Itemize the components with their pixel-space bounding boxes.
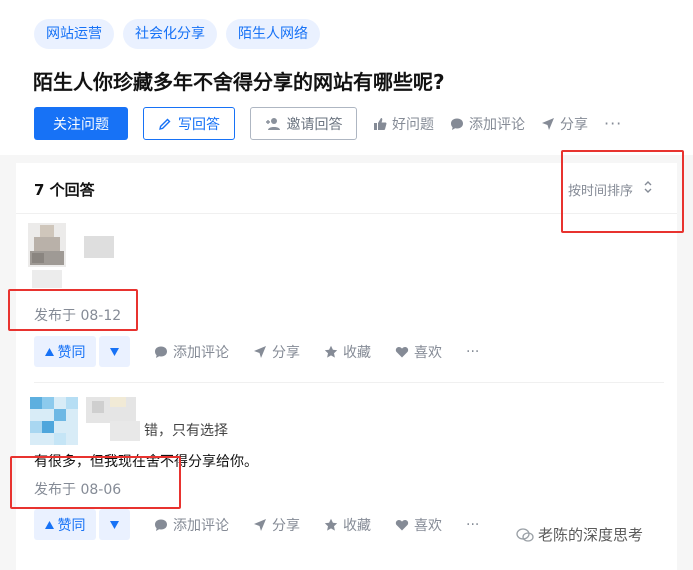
highlight-box: [561, 150, 684, 233]
pencil-icon: [158, 117, 172, 131]
topic-tags: 网站运营 社会化分享 陌生人网络: [34, 19, 320, 49]
share-label: 分享: [272, 344, 300, 361]
triangle-down-icon: [110, 347, 119, 356]
comment-icon: [450, 117, 464, 131]
collect-label: 收藏: [343, 517, 371, 534]
like-button[interactable]: 喜欢: [395, 342, 442, 362]
collect-label: 收藏: [343, 344, 371, 361]
author-info: [32, 270, 62, 288]
collect-button[interactable]: 收藏: [324, 342, 371, 362]
good-question-button[interactable]: 好问题: [373, 114, 434, 134]
divider: [34, 382, 664, 383]
more-options-button[interactable]: ···: [604, 114, 622, 133]
upvote-button[interactable]: 赞同: [34, 509, 96, 540]
topic-tag[interactable]: 网站运营: [34, 19, 114, 49]
topic-tag[interactable]: 陌生人网络: [226, 19, 320, 49]
like-button[interactable]: 喜欢: [395, 515, 442, 535]
follow-question-button[interactable]: 关注问题: [34, 107, 128, 140]
wechat-icon: [516, 527, 534, 542]
collect-button[interactable]: 收藏: [324, 515, 371, 535]
share-button[interactable]: 分享: [541, 114, 588, 134]
highlight-box: [10, 456, 181, 509]
write-answer-label: 写回答: [178, 116, 220, 133]
comment-button[interactable]: 添加评论: [154, 515, 229, 535]
question-title: 陌生人你珍藏多年不舍得分享的网站有哪些呢?: [33, 70, 445, 94]
write-answer-button[interactable]: 写回答: [143, 107, 235, 140]
upvote-label: 赞同: [57, 517, 86, 534]
question-header: 网站运营 社会化分享 陌生人网络 陌生人你珍藏多年不舍得分享的网站有哪些呢? 关…: [0, 0, 693, 155]
heart-icon: [395, 518, 409, 532]
author-name[interactable]: [84, 236, 114, 258]
answer-action-bar: 赞同 添加评论 分享 收藏 喜欢 ···: [34, 509, 479, 540]
answer-count: 7 个回答: [34, 181, 95, 199]
add-user-icon: [265, 117, 281, 131]
highlight-box: [8, 289, 138, 331]
invite-answer-label: 邀请回答: [286, 116, 343, 133]
avatar[interactable]: [30, 397, 78, 445]
comment-label: 添加评论: [173, 517, 229, 534]
author-name[interactable]: [86, 397, 136, 423]
share-icon: [253, 345, 267, 359]
add-comment-label: 添加评论: [469, 116, 525, 133]
comment-label: 添加评论: [173, 344, 229, 361]
watermark-text: 老陈的深度思考: [538, 526, 644, 544]
share-button[interactable]: 分享: [253, 342, 300, 362]
more-options-button[interactable]: ···: [466, 344, 479, 360]
good-question-label: 好问题: [392, 116, 434, 133]
upvote-button[interactable]: 赞同: [34, 336, 96, 367]
upvote-label: 赞同: [57, 344, 86, 361]
triangle-up-icon: [44, 520, 54, 529]
triangle-up-icon: [44, 347, 54, 356]
triangle-down-icon: [110, 520, 119, 529]
comment-icon: [154, 345, 168, 359]
downvote-button[interactable]: [99, 509, 130, 540]
star-icon: [324, 345, 338, 359]
author-bio: 错，只有选择: [144, 423, 228, 439]
share-button[interactable]: 分享: [253, 515, 300, 535]
like-label: 喜欢: [414, 517, 442, 534]
thumbs-up-icon: [373, 117, 387, 131]
comment-button[interactable]: 添加评论: [154, 342, 229, 362]
answer-action-bar: 赞同 添加评论 分享 收藏 喜欢 ···: [34, 336, 479, 367]
comment-icon: [154, 518, 168, 532]
share-label: 分享: [560, 116, 588, 133]
avatar[interactable]: [28, 223, 66, 267]
invite-answer-button[interactable]: 邀请回答: [250, 107, 357, 140]
watermark: 老陈的深度思考: [516, 524, 643, 545]
more-options-button[interactable]: ···: [466, 517, 479, 533]
add-comment-button[interactable]: 添加评论: [450, 114, 525, 134]
share-icon: [541, 117, 555, 131]
star-icon: [324, 518, 338, 532]
heart-icon: [395, 345, 409, 359]
like-label: 喜欢: [414, 344, 442, 361]
question-actions: 关注问题 写回答 邀请回答 好问题 添加评论 分享 ···: [34, 107, 622, 140]
author-bio-blur: [110, 421, 140, 441]
topic-tag[interactable]: 社会化分享: [123, 19, 217, 49]
share-label: 分享: [272, 517, 300, 534]
share-icon: [253, 518, 267, 532]
downvote-button[interactable]: [99, 336, 130, 367]
